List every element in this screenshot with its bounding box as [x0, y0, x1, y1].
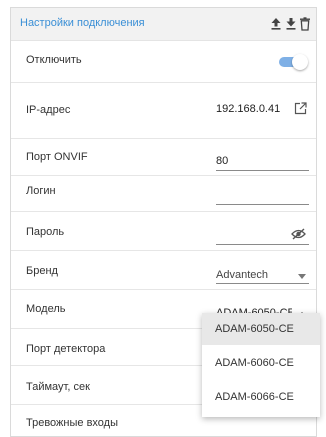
disable-label: Отключить: [26, 54, 82, 66]
alarm-inputs-label: Тревожные входы: [26, 417, 118, 429]
model-option-label: ADAM-6050-CE: [215, 323, 294, 335]
model-option[interactable]: ADAM-6066-CE: [202, 381, 320, 413]
detector-port-label: Порт детектора: [26, 343, 106, 355]
model-option[interactable]: ADAM-6060-CE: [202, 347, 320, 379]
model-option-label: ADAM-6066-CE: [215, 391, 294, 403]
ip-row: IP-адрес 192.168.0.41: [11, 83, 316, 139]
onvif-row: Порт ONVIF 80: [11, 139, 316, 176]
model-option-label: ADAM-6060-CE: [215, 357, 294, 369]
model-dropdown-menu: ADAM-6050-CE ADAM-6060-CE ADAM-6066-CE: [202, 313, 320, 417]
onvif-port-value: 80: [216, 155, 229, 167]
login-label: Логин: [26, 185, 56, 197]
brand-label: Бренд: [26, 265, 58, 277]
brand-value: Advantech: [216, 269, 268, 281]
download-icon[interactable]: [285, 17, 297, 31]
brand-row: Бренд Advantech: [11, 251, 316, 290]
login-row: Логин: [11, 176, 316, 212]
upload-icon[interactable]: [270, 17, 282, 31]
panel-title: Настройки подключения: [20, 17, 145, 29]
onvif-port-input[interactable]: 80: [216, 152, 309, 171]
brand-select[interactable]: Advantech: [216, 263, 309, 284]
ip-value: 192.168.0.41: [216, 103, 281, 115]
disable-row: Отключить: [11, 41, 316, 83]
disable-toggle[interactable]: [279, 54, 308, 70]
password-label: Пароль: [26, 226, 65, 238]
timeout-label: Таймаут, сек: [26, 381, 90, 393]
open-external-icon[interactable]: [294, 102, 307, 115]
toggle-knob: [292, 54, 308, 70]
chevron-down-icon: [298, 270, 306, 282]
password-row: Пароль: [11, 212, 316, 251]
onvif-label: Порт ONVIF: [26, 151, 88, 163]
hide-password-icon[interactable]: [291, 227, 306, 240]
ip-label: IP-адрес: [26, 104, 71, 116]
model-label: Модель: [26, 303, 66, 315]
panel-header: Настройки подключения: [11, 8, 316, 41]
trash-icon[interactable]: [299, 17, 311, 31]
model-option[interactable]: ADAM-6050-CE: [202, 313, 320, 345]
ip-field[interactable]: 192.168.0.41: [216, 100, 296, 120]
login-input[interactable]: [216, 186, 309, 205]
